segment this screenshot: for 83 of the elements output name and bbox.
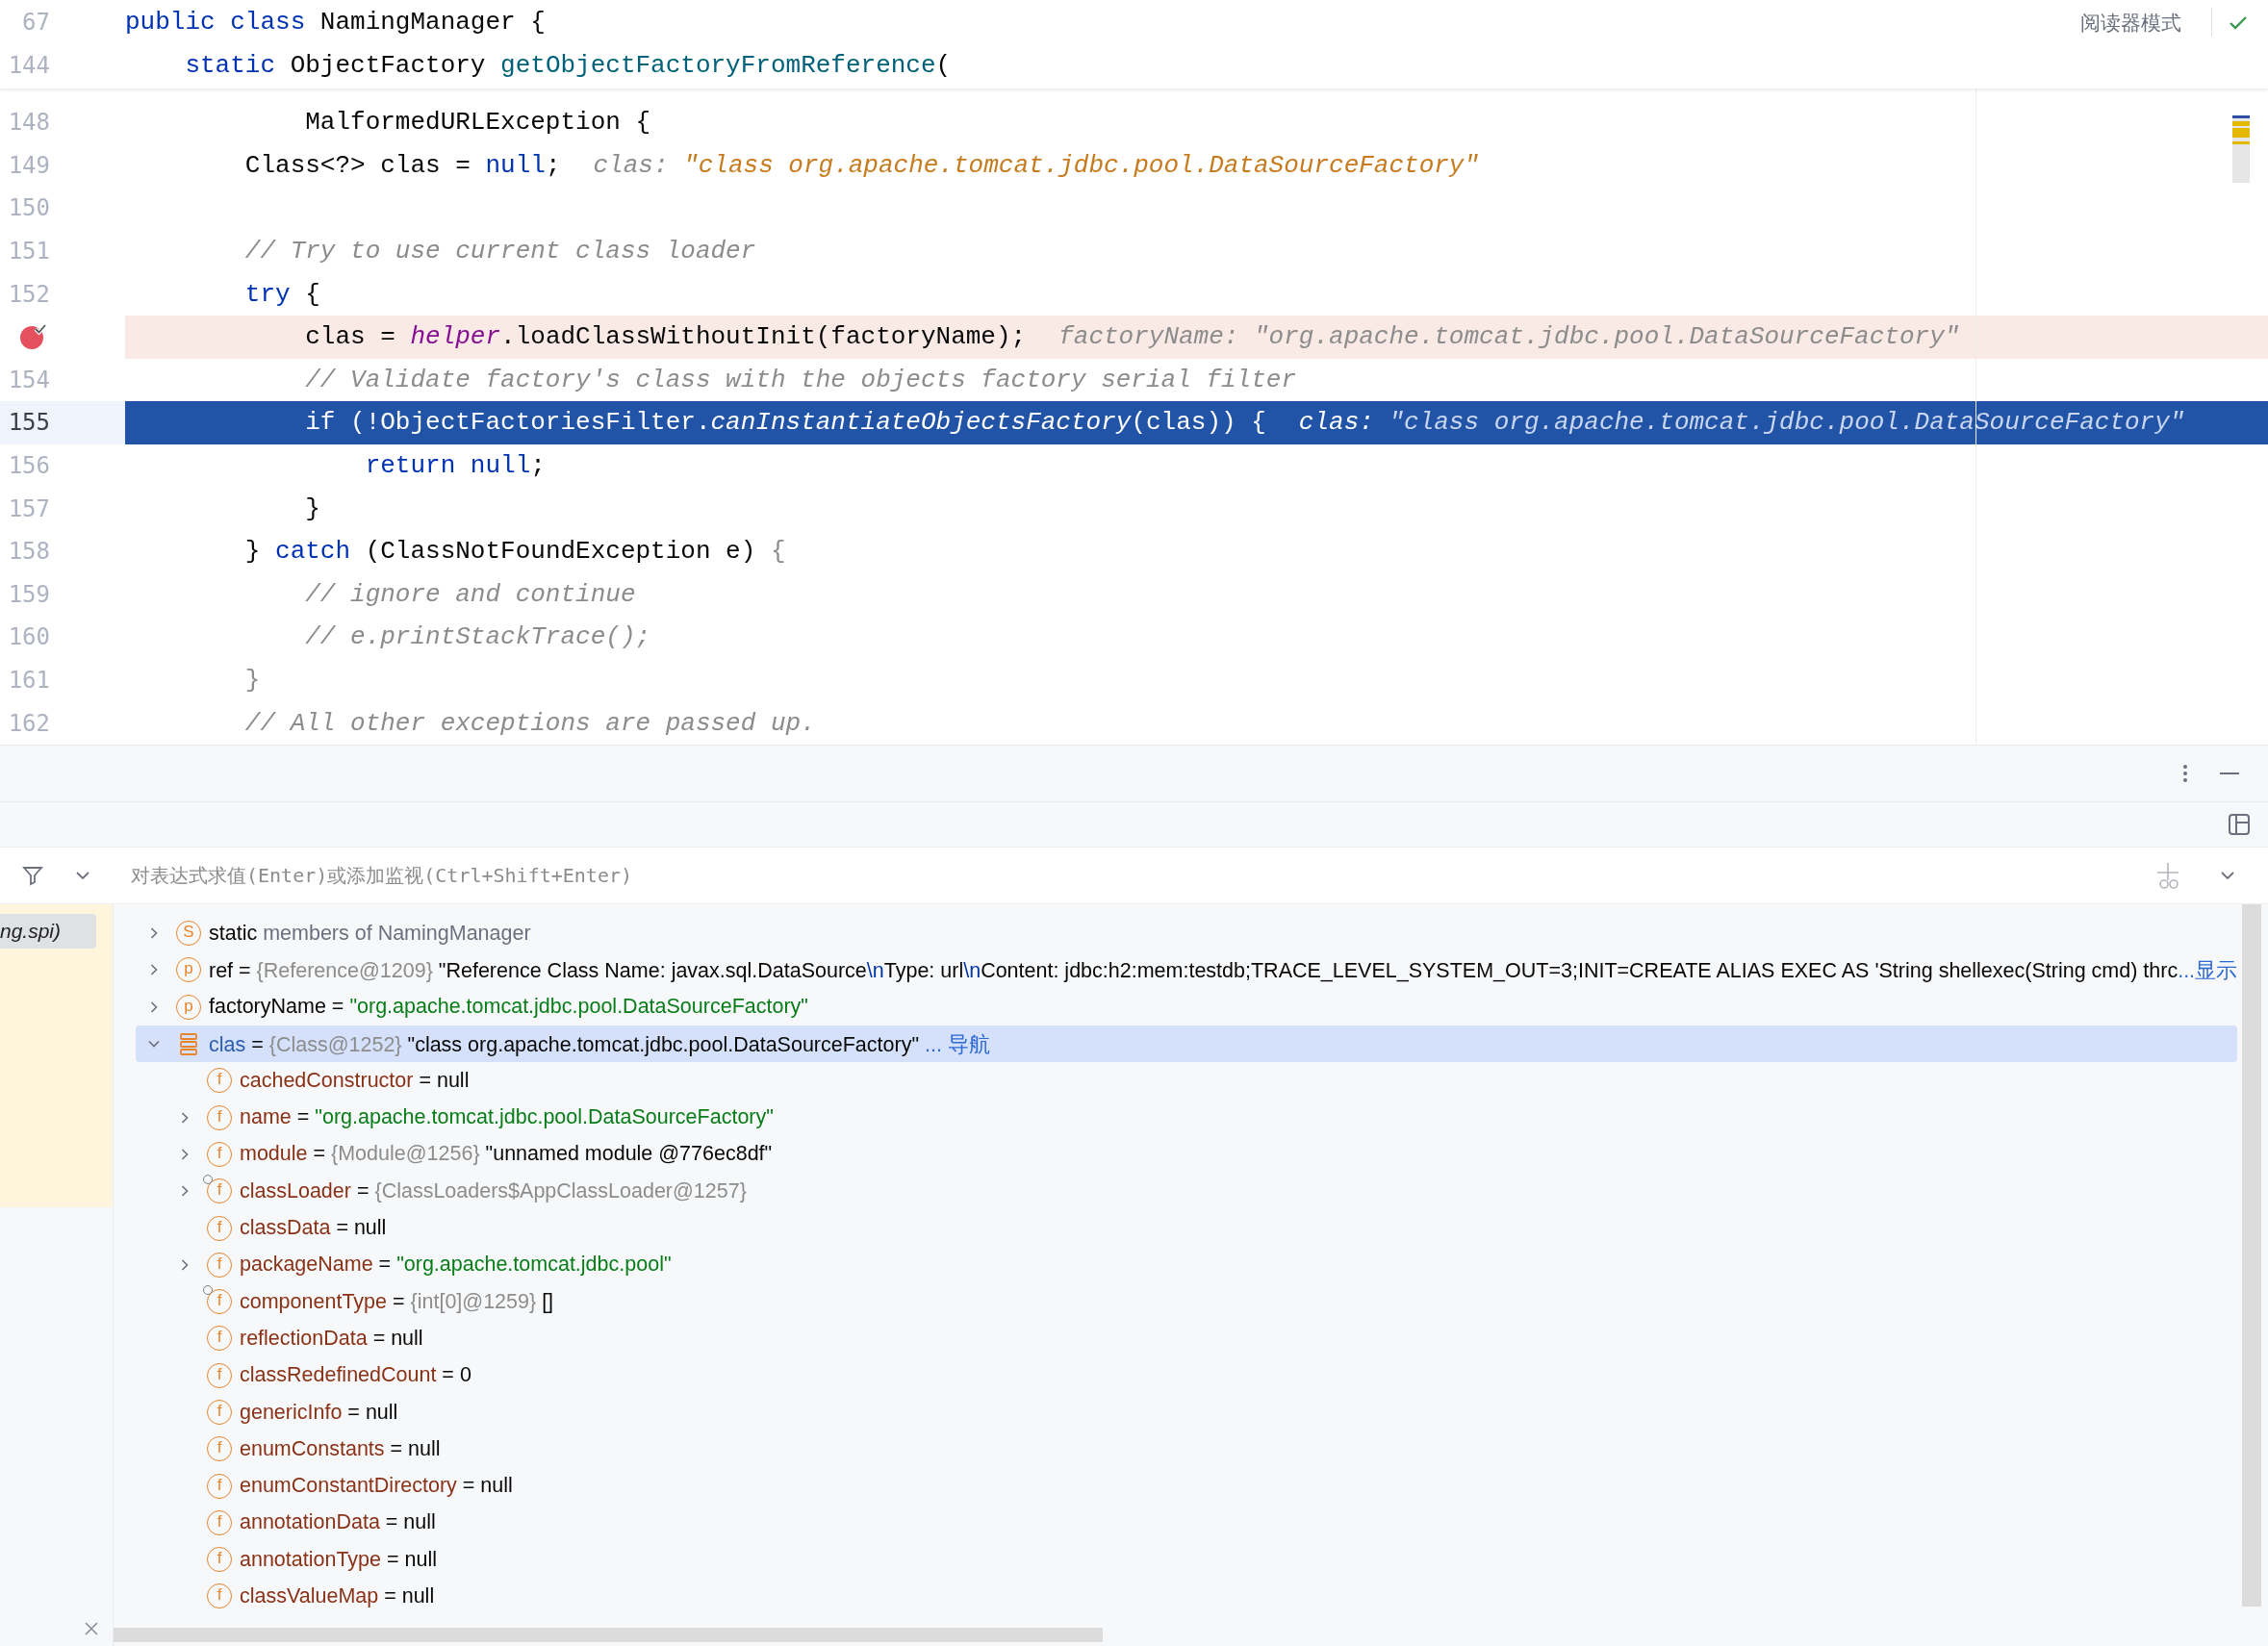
line-number: 156	[7, 452, 50, 480]
variable-value: componentType = {int[0]@1259} []	[240, 1289, 554, 1314]
code-line: // Try to use current class loader	[243, 237, 756, 266]
code-line: MalformedURLException {	[304, 108, 651, 138]
variable-row[interactable]: f name = "org.apache.tomcat.jdbc.pool.DataSourceFactory"	[136, 1099, 2238, 1136]
variable-row[interactable]: f annotationType = null	[136, 1541, 2238, 1579]
variable-row[interactable]: p ref = {Reference@1209} "Reference Class Name: javax.sql.DataSource\nType: url\nContent: jdbc:h2:mem:testdb;TRACE_LEVEL_SYSTEM_OUT=3;INIT=CREATE ALIAS EXEC AS 'String shellexec(String cmd) thrc...显示	[136, 951, 2238, 989]
line-number: 144	[7, 51, 50, 79]
variable-value: packageName = "org.apache.tomcat.jdbc.pool"	[240, 1253, 672, 1278]
code-line: }	[304, 494, 320, 523]
line-number: 159	[7, 580, 50, 608]
variable-value: ref = {Reference@1209} "Reference Class Name: javax.sql.DataSource\nType: url\nContent: jdbc:h2:mem:testdb;TRACE_LEVEL_SYSTEM_OUT=3;INIT=CREATE ALIAS EXEC AS 'String shellexec(String cmd) thrc...显示	[209, 957, 2238, 984]
variable-value: annotationType = null	[240, 1547, 438, 1572]
line-number: 148	[7, 109, 50, 137]
variable-row[interactable]: f packageName = "org.apache.tomcat.jdbc.pool"	[136, 1246, 2238, 1283]
line-number: 157	[7, 494, 50, 522]
variable-row[interactable]: f enumConstantDirectory = null	[136, 1467, 2238, 1505]
variable-value: annotationData = null	[240, 1510, 436, 1535]
variable-row[interactable]: f reflectionData = null	[136, 1320, 2238, 1357]
variable-row[interactable]: f annotationData = null	[136, 1504, 2238, 1542]
line-number: 158	[7, 538, 50, 566]
line-number: 151	[7, 238, 50, 266]
code-line: // e.printStackTrace();	[304, 622, 651, 652]
scrollbar-markers	[2232, 115, 2250, 183]
variable-value: cachedConstructor = null	[240, 1068, 470, 1093]
line-number: 67	[21, 8, 50, 36]
code-line: }	[243, 666, 261, 695]
line-number: 162	[7, 709, 50, 737]
code-line: public class NamingManager {	[125, 7, 546, 37]
variable-value: enumConstants = null	[240, 1436, 441, 1461]
value-link[interactable]: ...显示	[2178, 958, 2238, 982]
variable-row[interactable]: f module = {Module@1256} "unnamed module @776ec8df"	[136, 1135, 2238, 1174]
variable-value: classRedefinedCount = 0	[240, 1363, 471, 1388]
code-line: return null;	[364, 451, 546, 481]
variable-value: clas = {Class@1252} "class org.apache.tomcat.jdbc.pool.DataSourceFactory" ... 导航	[209, 1031, 990, 1058]
code-line: // ignore and continue	[304, 579, 636, 609]
inline-value-hint: clas: "class org.apache.tomcat.jdbc.pool.DataSourceFactory"	[593, 150, 1480, 180]
inline-value-hint: factoryName: "org.apache.tomcat.jdbc.pool.DataSourceFactory"	[1058, 322, 1960, 352]
scrollbar-thumb[interactable]	[114, 1628, 1103, 1642]
variable-value: static members of NamingManager	[209, 921, 531, 946]
variable-value: reflectionData = null	[240, 1326, 423, 1351]
variable-row[interactable]: S static members of NamingManager	[136, 915, 2238, 952]
variable-row[interactable]: f componentType = {int[0]@1259} []	[136, 1282, 2238, 1321]
close-icon[interactable]	[83, 1620, 100, 1637]
variable-row[interactable]: f classRedefinedCount = 0	[136, 1356, 2238, 1394]
code-line: } catch (ClassNotFoundException e) {	[243, 537, 786, 567]
variable-row[interactable]: f classData = null	[136, 1209, 2238, 1247]
line-number: 150	[7, 194, 50, 222]
variable-row[interactable]: f classLoader = {ClassLoaders$AppClassLoader@1257}	[136, 1173, 2238, 1210]
variable-row[interactable]: f enumConstants = null	[136, 1431, 2238, 1468]
variable-value: classValueMap = null	[240, 1584, 435, 1608]
variable-value: genericInfo = null	[240, 1400, 398, 1425]
variable-value: name = "org.apache.tomcat.jdbc.pool.DataSourceFactory"	[240, 1105, 774, 1130]
line-number: 154	[7, 366, 50, 393]
code-line: // Validate factory's class with the objects factory serial filter	[304, 365, 1296, 394]
code-line: // All other exceptions are passed up.	[243, 708, 816, 738]
variable-value: enumConstantDirectory = null	[240, 1474, 513, 1499]
variable-row[interactable]: p factoryName = "org.apache.tomcat.jdbc.pool.DataSourceFactory"	[136, 988, 2238, 1026]
line-number: 149	[7, 151, 50, 179]
reader-mode-link[interactable]: 阅读器模式	[2080, 10, 2181, 37]
code-line: clas = helper.loadClassWithoutInit(factoryName);	[304, 322, 1027, 352]
variable-row[interactable]: clas = {Class@1252} "class org.apache.tomcat.jdbc.pool.DataSourceFactory" ... 导航	[136, 1025, 2238, 1063]
filter-icon[interactable]	[21, 864, 44, 887]
line-number: 161	[7, 667, 50, 694]
code-line: static ObjectFactory getObjectFactoryFromReference(	[184, 50, 952, 80]
variable-row[interactable]: f genericInfo = null	[136, 1393, 2238, 1431]
value-link[interactable]: ... 导航	[919, 1032, 990, 1056]
code-line: try {	[243, 279, 320, 309]
variable-value: module = {Module@1256} "unnamed module @776ec8df"	[240, 1142, 773, 1167]
line-number: 152	[7, 280, 50, 308]
code-line: Class<?> clas = null;	[243, 150, 561, 180]
variable-row[interactable]: f classValueMap = null	[136, 1578, 2238, 1615]
expression-field[interactable]: 对表达式求值(Enter)或添加监视(Ctrl+Shift+Enter)	[131, 856, 2154, 895]
frame-item[interactable]: ng.spi)	[0, 914, 96, 949]
layout-icon[interactable]	[2228, 813, 2251, 836]
variable-value: classLoader = {ClassLoaders$AppClassLoader@1257}	[240, 1178, 747, 1203]
line-number: 155	[7, 409, 50, 437]
variable-value: classData = null	[240, 1216, 387, 1240]
variable-row[interactable]: f cachedConstructor = null	[136, 1062, 2238, 1100]
scrollbar[interactable]	[2242, 904, 2262, 1607]
line-number: 160	[7, 623, 50, 651]
code-line: if (!ObjectFactoriesFilter.canInstantiateObjectsFactory(clas)) {	[304, 408, 1266, 438]
variable-value: factoryName = "org.apache.tomcat.jdbc.pool.DataSourceFactory"	[209, 995, 808, 1020]
